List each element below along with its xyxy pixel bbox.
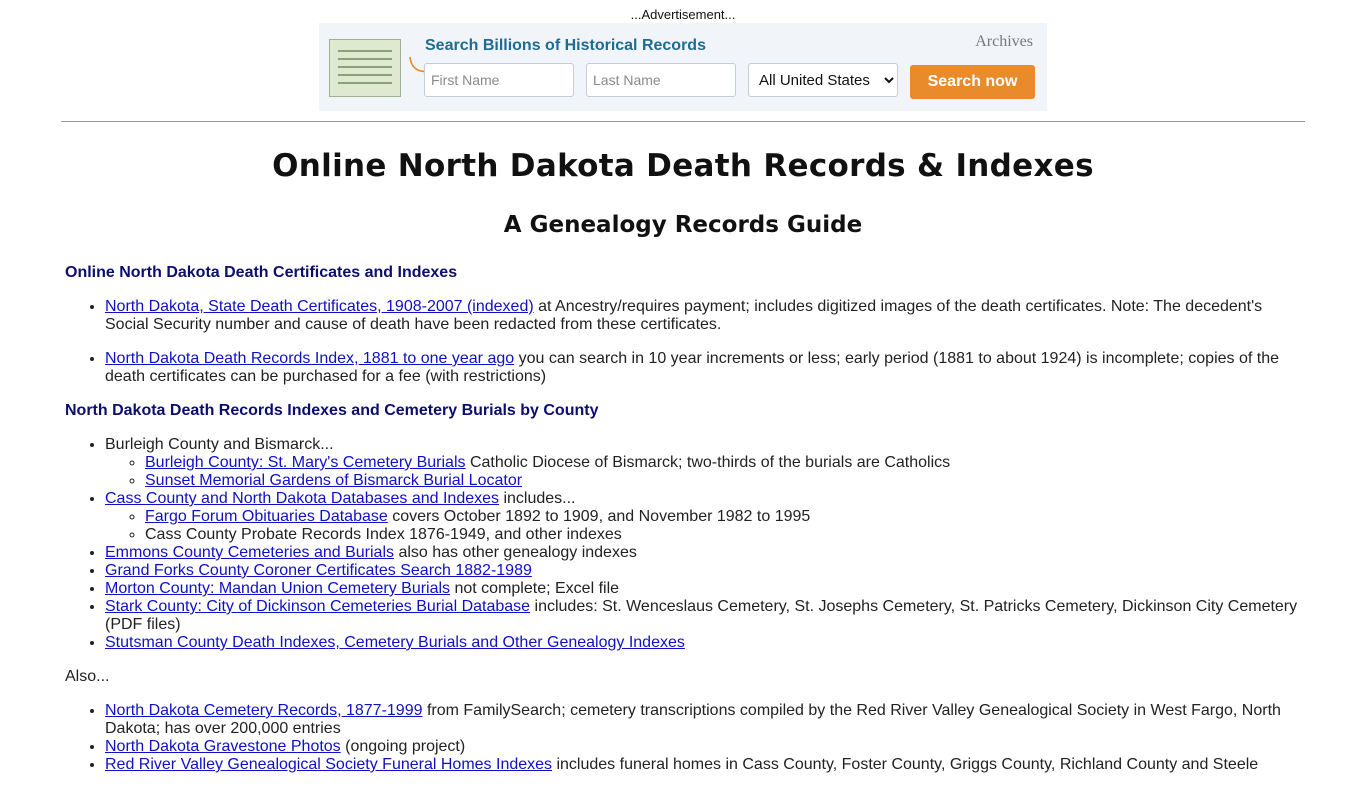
link-grand-forks-coroner[interactable]: Grand Forks County Coroner Certificates … <box>105 562 532 579</box>
list-item: Fargo Forum Obituaries Database covers O… <box>145 508 1301 526</box>
link-death-records-index[interactable]: North Dakota Death Records Index, 1881 t… <box>105 350 514 367</box>
page-title: Online North Dakota Death Records & Inde… <box>272 148 1094 184</box>
also-list: North Dakota Cemetery Records, 1877-1999… <box>65 702 1301 774</box>
list-item-text: Cass County Probate Records Index 1876-1… <box>145 526 622 543</box>
link-funeral-homes-indexes[interactable]: Red River Valley Genealogical Society Fu… <box>105 756 552 773</box>
list-item: Stutsman County Death Indexes, Cemetery … <box>105 634 1301 652</box>
link-morton-county[interactable]: Morton County: Mandan Union Cemetery Bur… <box>105 580 450 597</box>
list-item: North Dakota Gravestone Photos (ongoing … <box>105 738 1301 756</box>
list-item: Red River Valley Genealogical Society Fu… <box>105 756 1301 774</box>
list-item: Stark County: City of Dickinson Cemeteri… <box>105 598 1301 634</box>
list-item: Grand Forks County Coroner Certificates … <box>105 562 1301 580</box>
list-item: Burleigh County and Bismarck... Burleigh… <box>105 436 1301 490</box>
link-cemetery-records[interactable]: North Dakota Cemetery Records, 1877-1999 <box>105 702 423 719</box>
cass-sublist: Fargo Forum Obituaries Database covers O… <box>105 508 1301 544</box>
burleigh-sublist: Burleigh County: St. Mary's Cemetery Bur… <box>105 454 1301 490</box>
certificate-thumbnail <box>329 39 401 97</box>
list-item-text: (ongoing project) <box>340 738 466 755</box>
list-item-text: includes... <box>499 490 576 507</box>
list-item: North Dakota, State Death Certificates, … <box>105 298 1301 334</box>
divider <box>61 121 1305 122</box>
list-item: Burleigh County: St. Mary's Cemetery Bur… <box>145 454 1301 472</box>
ad-label: ...Advertisement... <box>630 7 736 22</box>
list-item: Cass County Probate Records Index 1876-1… <box>145 526 1301 544</box>
link-stark-county[interactable]: Stark County: City of Dickinson Cemeteri… <box>105 598 530 615</box>
main-content: Online North Dakota Death Certificates a… <box>65 264 1301 790</box>
list-item: Morton County: Mandan Union Cemetery Bur… <box>105 580 1301 598</box>
list-item-text: Catholic Diocese of Bismarck; two-thirds… <box>465 454 951 471</box>
certificates-list: North Dakota, State Death Certificates, … <box>65 298 1301 386</box>
county-list: Burleigh County and Bismarck... Burleigh… <box>65 436 1301 652</box>
list-item-text: not complete; Excel file <box>450 580 620 597</box>
page-subtitle: A Genealogy Records Guide <box>503 212 863 238</box>
archives-logo: Archives <box>975 33 1033 50</box>
ad-title: Search Billions of Historical Records <box>425 37 706 54</box>
link-fargo-forum-obituaries[interactable]: Fargo Forum Obituaries Database <box>145 508 388 525</box>
list-item: Sunset Memorial Gardens of Bismarck Buri… <box>145 472 1301 490</box>
link-gravestone-photos[interactable]: North Dakota Gravestone Photos <box>105 738 341 755</box>
link-emmons-county[interactable]: Emmons County Cemeteries and Burials <box>105 544 394 561</box>
section-heading-certificates: Online North Dakota Death Certificates a… <box>65 264 458 281</box>
last-name-input[interactable] <box>586 63 736 97</box>
search-now-button[interactable]: Search now <box>910 65 1035 99</box>
list-item: North Dakota Death Records Index, 1881 t… <box>105 350 1301 386</box>
first-name-input[interactable] <box>424 63 574 97</box>
section-heading-county: North Dakota Death Records Indexes and C… <box>65 402 599 419</box>
link-sunset-memorial-gardens[interactable]: Sunset Memorial Gardens of Bismarck Buri… <box>145 472 522 489</box>
also-label: Also... <box>65 668 110 685</box>
link-stutsman-county[interactable]: Stutsman County Death Indexes, Cemetery … <box>105 634 685 651</box>
list-item-text: Burleigh County and Bismarck... <box>105 436 334 453</box>
link-cass-county-databases[interactable]: Cass County and North Dakota Databases a… <box>105 490 499 507</box>
location-select[interactable]: All United States <box>748 63 898 97</box>
link-st-marys-cemetery[interactable]: Burleigh County: St. Mary's Cemetery Bur… <box>145 454 466 471</box>
list-item: Emmons County Cemeteries and Burials als… <box>105 544 1301 562</box>
link-state-death-certificates[interactable]: North Dakota, State Death Certificates, … <box>105 298 534 315</box>
ad-banner[interactable]: Search Billions of Historical Records Ar… <box>319 23 1047 111</box>
list-item-text: covers October 1892 to 1909, and Novembe… <box>387 508 811 525</box>
list-item: Cass County and North Dakota Databases a… <box>105 490 1301 544</box>
list-item: North Dakota Cemetery Records, 1877-1999… <box>105 702 1301 738</box>
list-item-text: includes funeral homes in Cass County, F… <box>552 756 1259 773</box>
list-item-text: also has other genealogy indexes <box>394 544 637 561</box>
